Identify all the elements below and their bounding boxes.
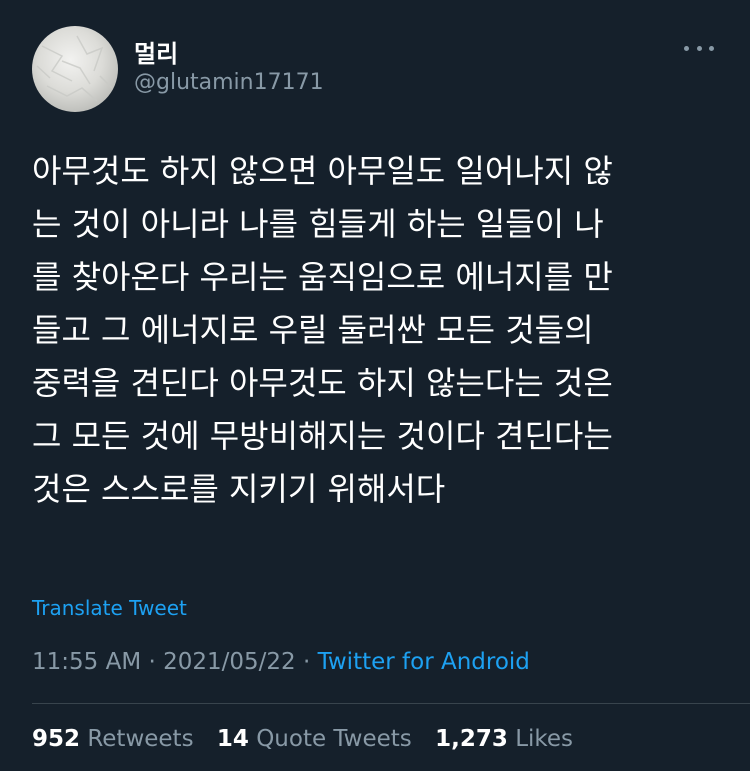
divider: [32, 703, 750, 704]
tweet-source-link[interactable]: Twitter for Android: [318, 649, 530, 675]
display-name[interactable]: 멀리: [134, 34, 178, 69]
tweet-text-line: 것은 스스로를 지키기 위해서다: [32, 470, 446, 508]
more-dot: [684, 45, 689, 51]
retweets-stat[interactable]: 952 Retweets: [32, 726, 194, 752]
user-handle[interactable]: @glutamin17171: [134, 70, 324, 95]
retweets-count: 952: [32, 726, 81, 752]
avatar[interactable]: [32, 26, 118, 112]
more-dot: [696, 45, 702, 51]
meta-separator: ·: [303, 649, 311, 675]
retweets-label: Retweets: [87, 726, 194, 752]
likes-count: 1,273: [435, 726, 508, 752]
meta-separator: ·: [148, 649, 156, 675]
more-horizontal-icon[interactable]: [684, 40, 714, 56]
quote-tweets-label: Quote Tweets: [256, 726, 412, 752]
tweet-stats: 952 Retweets 14 Quote Tweets 1,273 Likes: [32, 726, 573, 752]
tweet-text-line: 중력을 견딘다 아무것도 하지 않는다는 것은: [32, 364, 613, 402]
tweet-text-line: 를 찾아온다 우리는 움직임으로 에너지를 만: [32, 258, 613, 296]
tweet-text-line: 그 모든 것에 무방비해지는 것이다 견딘다는: [32, 417, 613, 455]
tweet-text-line: 아무것도 하지 않으면 아무일도 일어나지 않: [32, 152, 613, 190]
tweet-text: 아무것도 하지 않으면 아무일도 일어나지 않 는 것이 아니라 나를 힘들게 …: [32, 145, 722, 516]
tweet-text-line: 들고 그 에너지로 우릴 둘러싼 모든 것들의: [32, 311, 594, 349]
tweet-time[interactable]: 11:55 AM: [32, 649, 141, 675]
quote-tweets-stat[interactable]: 14 Quote Tweets: [217, 726, 412, 752]
tweet-meta: 11:55 AM · 2021/05/22 · Twitter for Andr…: [32, 649, 530, 675]
likes-label: Likes: [515, 726, 574, 752]
likes-stat[interactable]: 1,273 Likes: [435, 726, 573, 752]
quote-tweets-count: 14: [216, 726, 249, 752]
tweet-date[interactable]: 2021/05/22: [163, 649, 296, 675]
tweet-text-line: 는 것이 아니라 나를 힘들게 하는 일들이 나: [32, 205, 604, 243]
more-dot: [709, 45, 714, 51]
translate-tweet-link[interactable]: Translate Tweet: [32, 596, 187, 620]
avatar-texture: [36, 35, 113, 102]
